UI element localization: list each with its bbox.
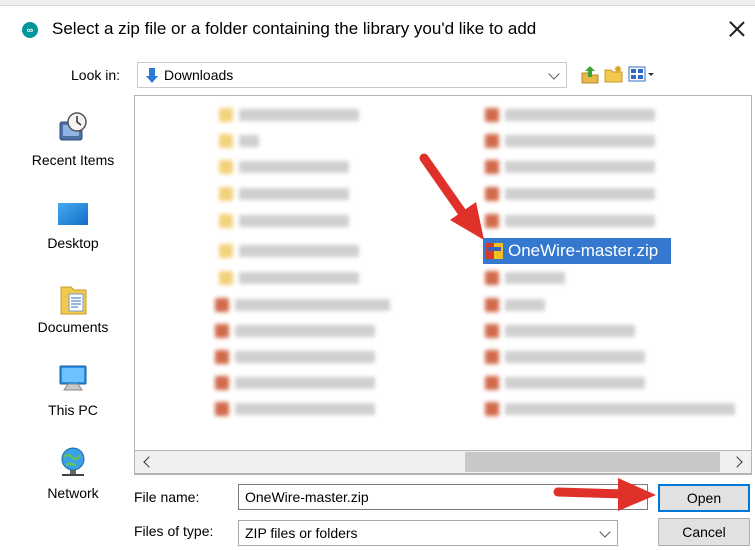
folder-icon: [219, 244, 233, 258]
filetype-label: Files of type:: [134, 523, 214, 539]
scroll-right-icon[interactable]: [727, 451, 751, 473]
arduino-app-icon: ∞: [22, 22, 38, 38]
open-button[interactable]: Open: [658, 484, 750, 512]
this-pc-icon: [59, 365, 87, 391]
list-item[interactable]: [239, 135, 259, 147]
place-label: Documents: [37, 319, 109, 335]
place-label: Desktop: [47, 235, 99, 251]
zip-archive-icon: [486, 243, 503, 259]
folder-icon: [219, 160, 233, 174]
horizontal-scrollbar[interactable]: [134, 450, 752, 474]
zip-file-icon: [215, 402, 229, 416]
list-item[interactable]: [239, 272, 359, 284]
list-item[interactable]: [239, 161, 349, 173]
list-item[interactable]: [239, 245, 359, 257]
list-item[interactable]: [235, 325, 375, 337]
list-item[interactable]: [239, 188, 349, 200]
lookin-label: Look in:: [71, 67, 121, 83]
lookin-value: Downloads: [164, 67, 234, 83]
desktop-icon: [58, 203, 88, 225]
window-title: Select a zip file or a folder containing…: [52, 19, 537, 38]
list-item[interactable]: [505, 403, 735, 415]
list-item[interactable]: [235, 403, 375, 415]
filetype-value: ZIP files or folders: [245, 525, 358, 541]
new-folder-icon[interactable]: [604, 64, 624, 84]
up-one-level-icon[interactable]: [580, 64, 600, 84]
list-item[interactable]: [505, 272, 565, 284]
list-item[interactable]: [505, 351, 645, 363]
place-label: Recent Items: [31, 152, 115, 168]
place-label: Network: [47, 485, 99, 501]
zip-file-icon: [215, 298, 229, 312]
network-icon: [61, 447, 85, 476]
selected-file-name: OneWire-master.zip: [508, 241, 659, 260]
list-item[interactable]: [505, 325, 635, 337]
zip-file-icon: [215, 376, 229, 390]
downloads-folder-icon: [146, 68, 158, 83]
list-item[interactable]: [239, 215, 349, 227]
zip-file-icon: [485, 324, 499, 338]
annotation-arrow-open: [553, 478, 656, 511]
list-item[interactable]: [505, 161, 655, 173]
list-item[interactable]: [505, 215, 655, 227]
zip-file-icon: [215, 324, 229, 338]
lookin-combo[interactable]: Downloads: [137, 62, 567, 88]
places-bar: Recent Items Desktop Documents This PC N…: [12, 95, 134, 515]
filetype-select[interactable]: ZIP files or folders: [238, 520, 618, 546]
chevron-down-icon: [599, 526, 611, 538]
zip-file-icon: [485, 271, 499, 285]
zip-file-icon: [485, 376, 499, 390]
filename-label: File name:: [134, 489, 200, 505]
list-item[interactable]: [505, 377, 645, 389]
chevron-down-icon: [548, 68, 560, 80]
list-item[interactable]: [235, 299, 390, 311]
zip-file-icon: [485, 134, 499, 148]
place-documents[interactable]: Documents: [12, 283, 134, 363]
zip-file-icon: [215, 350, 229, 364]
place-desktop[interactable]: Desktop: [12, 200, 134, 280]
list-item[interactable]: [235, 377, 375, 389]
folder-icon: [219, 134, 233, 148]
folder-icon: [219, 214, 233, 228]
place-recent-items[interactable]: Recent Items: [12, 110, 134, 190]
list-item[interactable]: [239, 109, 359, 121]
list-item[interactable]: [505, 299, 545, 311]
annotation-arrow-file: [419, 153, 484, 240]
view-menu-icon[interactable]: [628, 64, 656, 84]
zip-file-icon: [485, 108, 499, 122]
place-this-pc[interactable]: This PC: [12, 363, 134, 443]
selected-file-onewire[interactable]: OneWire-master.zip: [483, 238, 671, 264]
list-item[interactable]: [505, 135, 655, 147]
zip-file-icon: [485, 402, 499, 416]
zip-file-icon: [485, 350, 499, 364]
place-label: This PC: [48, 402, 98, 418]
folder-icon: [219, 108, 233, 122]
scroll-thumb[interactable]: [465, 452, 720, 472]
folder-icon: [219, 187, 233, 201]
zip-file-icon: [485, 298, 499, 312]
place-network[interactable]: Network: [12, 445, 134, 525]
close-button[interactable]: [722, 14, 752, 44]
recent-items-icon: [59, 112, 87, 141]
title-bar: ∞ Select a zip file or a folder containi…: [0, 6, 755, 50]
list-item[interactable]: [235, 351, 375, 363]
list-item[interactable]: [505, 188, 655, 200]
folder-icon: [219, 271, 233, 285]
cancel-button[interactable]: Cancel: [658, 518, 750, 546]
list-item[interactable]: [505, 109, 655, 121]
documents-icon: [60, 286, 87, 315]
scroll-left-icon[interactable]: [135, 451, 159, 473]
